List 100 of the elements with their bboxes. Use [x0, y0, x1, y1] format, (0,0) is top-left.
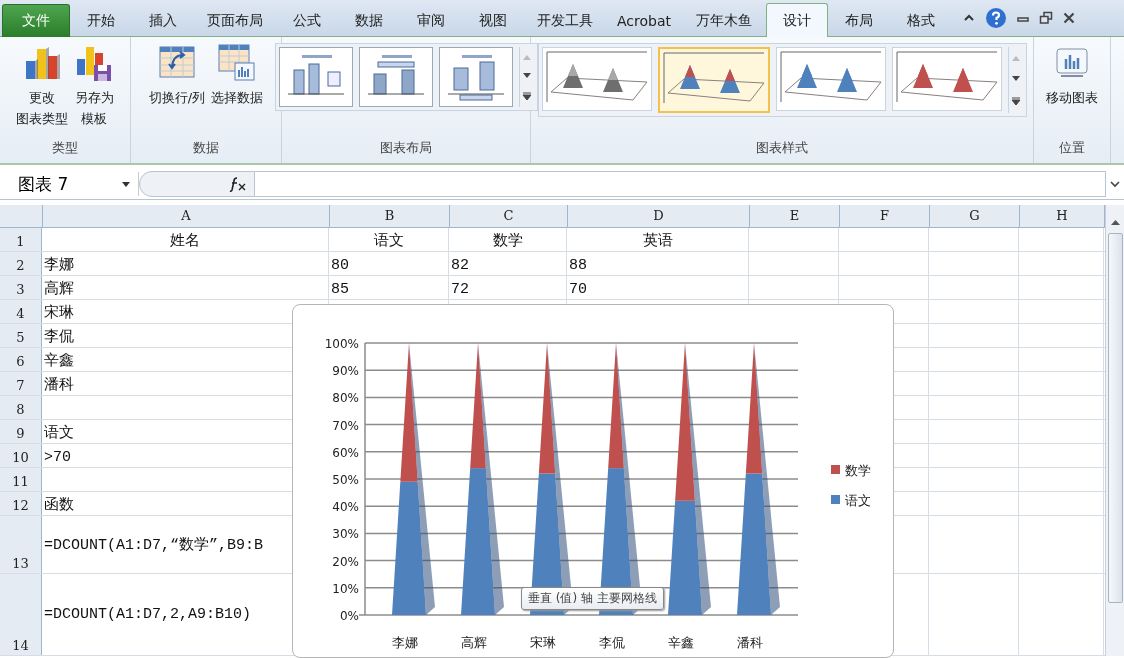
column-header[interactable]: A — [43, 205, 330, 227]
ribbon-tab[interactable]: 视图 — [462, 4, 524, 37]
legend-label: 语文 — [845, 493, 871, 508]
ribbon-tab[interactable]: 数据 — [338, 4, 400, 37]
row-header[interactable]: 14 — [0, 574, 42, 655]
scroll-down-icon[interactable] — [521, 72, 532, 80]
column-header[interactable]: F — [840, 205, 930, 227]
axis-tick-label: 10% — [332, 581, 359, 596]
ribbon-tab[interactable]: 公式 — [276, 4, 338, 37]
name-box[interactable]: 图表 7 — [0, 172, 139, 196]
table-cell-text: 函数 — [44, 496, 74, 514]
more-icon[interactable] — [521, 91, 532, 102]
ribbon-tab[interactable]: 审阅 — [400, 4, 462, 37]
table-cell: 语文 — [44, 423, 74, 442]
table-cell: 72 — [451, 281, 469, 298]
table-cell: 88 — [569, 257, 587, 274]
close-icon[interactable] — [1062, 11, 1076, 25]
axis-tick-label: 20% — [332, 554, 359, 569]
column-header[interactable]: C — [450, 205, 568, 227]
pyramid-segment[interactable] — [668, 500, 702, 615]
row-header[interactable]: 3 — [0, 276, 42, 299]
chart-layout-thumbnail[interactable] — [438, 47, 513, 107]
pyramid-segment[interactable] — [461, 468, 495, 615]
axis-tick-label: 80% — [332, 391, 359, 406]
chart-style-thumbnail[interactable] — [657, 47, 770, 113]
expand-icon[interactable] — [1109, 179, 1121, 189]
group-label: 位置 — [1058, 139, 1086, 157]
chart-area[interactable]: 0% 10% 20% 30% 40% 50% 60% 70% 80% 90% 100% 李娜 高辉 宋琳 李侃 辛鑫 潘科 数学 语文 垂直 (值) 轴 主要网格线 — [292, 304, 894, 658]
restore-icon[interactable] — [1039, 11, 1053, 25]
table-cell: 李侃 — [44, 327, 74, 346]
ribbon-button[interactable]: 另存为 模板 — [72, 43, 116, 129]
ribbon-tab[interactable]: 万年木鱼 — [682, 4, 766, 37]
help-icon[interactable] — [985, 7, 1007, 29]
chart-style-thumbnail[interactable] — [541, 47, 652, 111]
row-header[interactable]: 1 — [0, 228, 42, 251]
ribbon-tab[interactable]: 设计 — [766, 3, 828, 37]
ribbon-tab[interactable]: 页面布局 — [194, 4, 276, 37]
table-cell-text: 姓名 — [170, 232, 200, 250]
tooltip: 垂直 (值) 轴 主要网格线 — [521, 587, 664, 610]
table-cell: =DCOUNT(A1:D7,2,A9:B10) — [44, 605, 252, 623]
group-label: 图表布局 — [379, 139, 433, 157]
chart-layout-thumbnail[interactable] — [278, 47, 353, 107]
category-label: 宋琳 — [530, 635, 556, 650]
row-header[interactable]: 6 — [0, 348, 42, 371]
ribbon-button[interactable]: 选择数据 — [209, 43, 266, 108]
category-label: 李娜 — [392, 635, 418, 650]
row-header[interactable]: 13 — [0, 516, 42, 573]
table-cell: >70 — [44, 449, 71, 466]
table-cell-text: 数学 — [492, 232, 523, 250]
pyramid-segment[interactable] — [737, 473, 771, 615]
legend-label: 数学 — [845, 463, 871, 478]
table-chart-icon — [217, 43, 258, 83]
column-header[interactable]: G — [930, 205, 1020, 227]
row-header[interactable]: 9 — [0, 420, 42, 443]
chart-layout-thumbnail[interactable] — [358, 47, 433, 107]
column-header[interactable]: B — [330, 205, 450, 227]
function-icon[interactable] — [228, 176, 248, 192]
table-cell: 潘科 — [44, 375, 74, 394]
row-header[interactable]: 10 — [0, 444, 42, 467]
ribbon-tab[interactable]: 文件 — [2, 4, 70, 37]
more-icon[interactable] — [1010, 96, 1021, 107]
ribbon-tab[interactable]: 插入 — [132, 4, 194, 37]
ribbon-tab[interactable]: 布局 — [828, 4, 890, 37]
row-header[interactable]: 12 — [0, 492, 42, 515]
ribbon-button[interactable]: 移动图表 — [1044, 43, 1100, 108]
table-cell: 85 — [331, 281, 349, 298]
group-label: 数据 — [192, 139, 220, 157]
axis-tick-label: 30% — [332, 527, 359, 542]
ribbon-tab[interactable]: 开始 — [70, 4, 132, 37]
column-header[interactable]: D — [568, 205, 750, 227]
chart-style-thumbnail[interactable] — [891, 47, 1002, 111]
table-cell: 82 — [451, 257, 469, 274]
row-header[interactable]: 8 — [0, 396, 42, 419]
ribbon-button[interactable]: 切换行/列 — [146, 43, 208, 108]
category-label: 辛鑫 — [668, 635, 694, 650]
axis-tick-label: 100% — [324, 337, 359, 351]
category-label: 高辉 — [461, 635, 487, 650]
category-label: 潘科 — [737, 635, 763, 650]
ribbon-tab[interactable]: 开发工具 — [524, 4, 606, 37]
table-cell: 70 — [569, 281, 587, 298]
row-header[interactable]: 5 — [0, 324, 42, 347]
scroll-down-icon[interactable] — [1010, 75, 1021, 83]
group-label: 类型 — [51, 139, 79, 157]
axis-tick-label: 90% — [332, 364, 359, 379]
row-header[interactable]: 7 — [0, 372, 42, 395]
table-cell: 英语 — [642, 231, 673, 250]
ribbon-tab[interactable]: 格式 — [890, 4, 952, 37]
row-header[interactable]: 2 — [0, 252, 42, 275]
column-header[interactable]: E — [750, 205, 840, 227]
axis-tick-label: 70% — [332, 418, 359, 433]
pyramid-segment[interactable] — [392, 481, 426, 615]
row-header[interactable]: 4 — [0, 300, 42, 323]
ribbon-button[interactable]: 更改 图表类型 — [14, 43, 70, 129]
axis-tick-label: 0% — [339, 609, 359, 623]
scrollbar-thumb[interactable] — [1107, 233, 1123, 603]
ribbon-tab[interactable]: Acrobat — [606, 4, 682, 37]
chart-style-thumbnail[interactable] — [775, 47, 886, 111]
row-header[interactable]: 11 — [0, 468, 42, 491]
table-cell: 辛鑫 — [44, 351, 74, 370]
formula-field[interactable] — [255, 171, 1106, 197]
